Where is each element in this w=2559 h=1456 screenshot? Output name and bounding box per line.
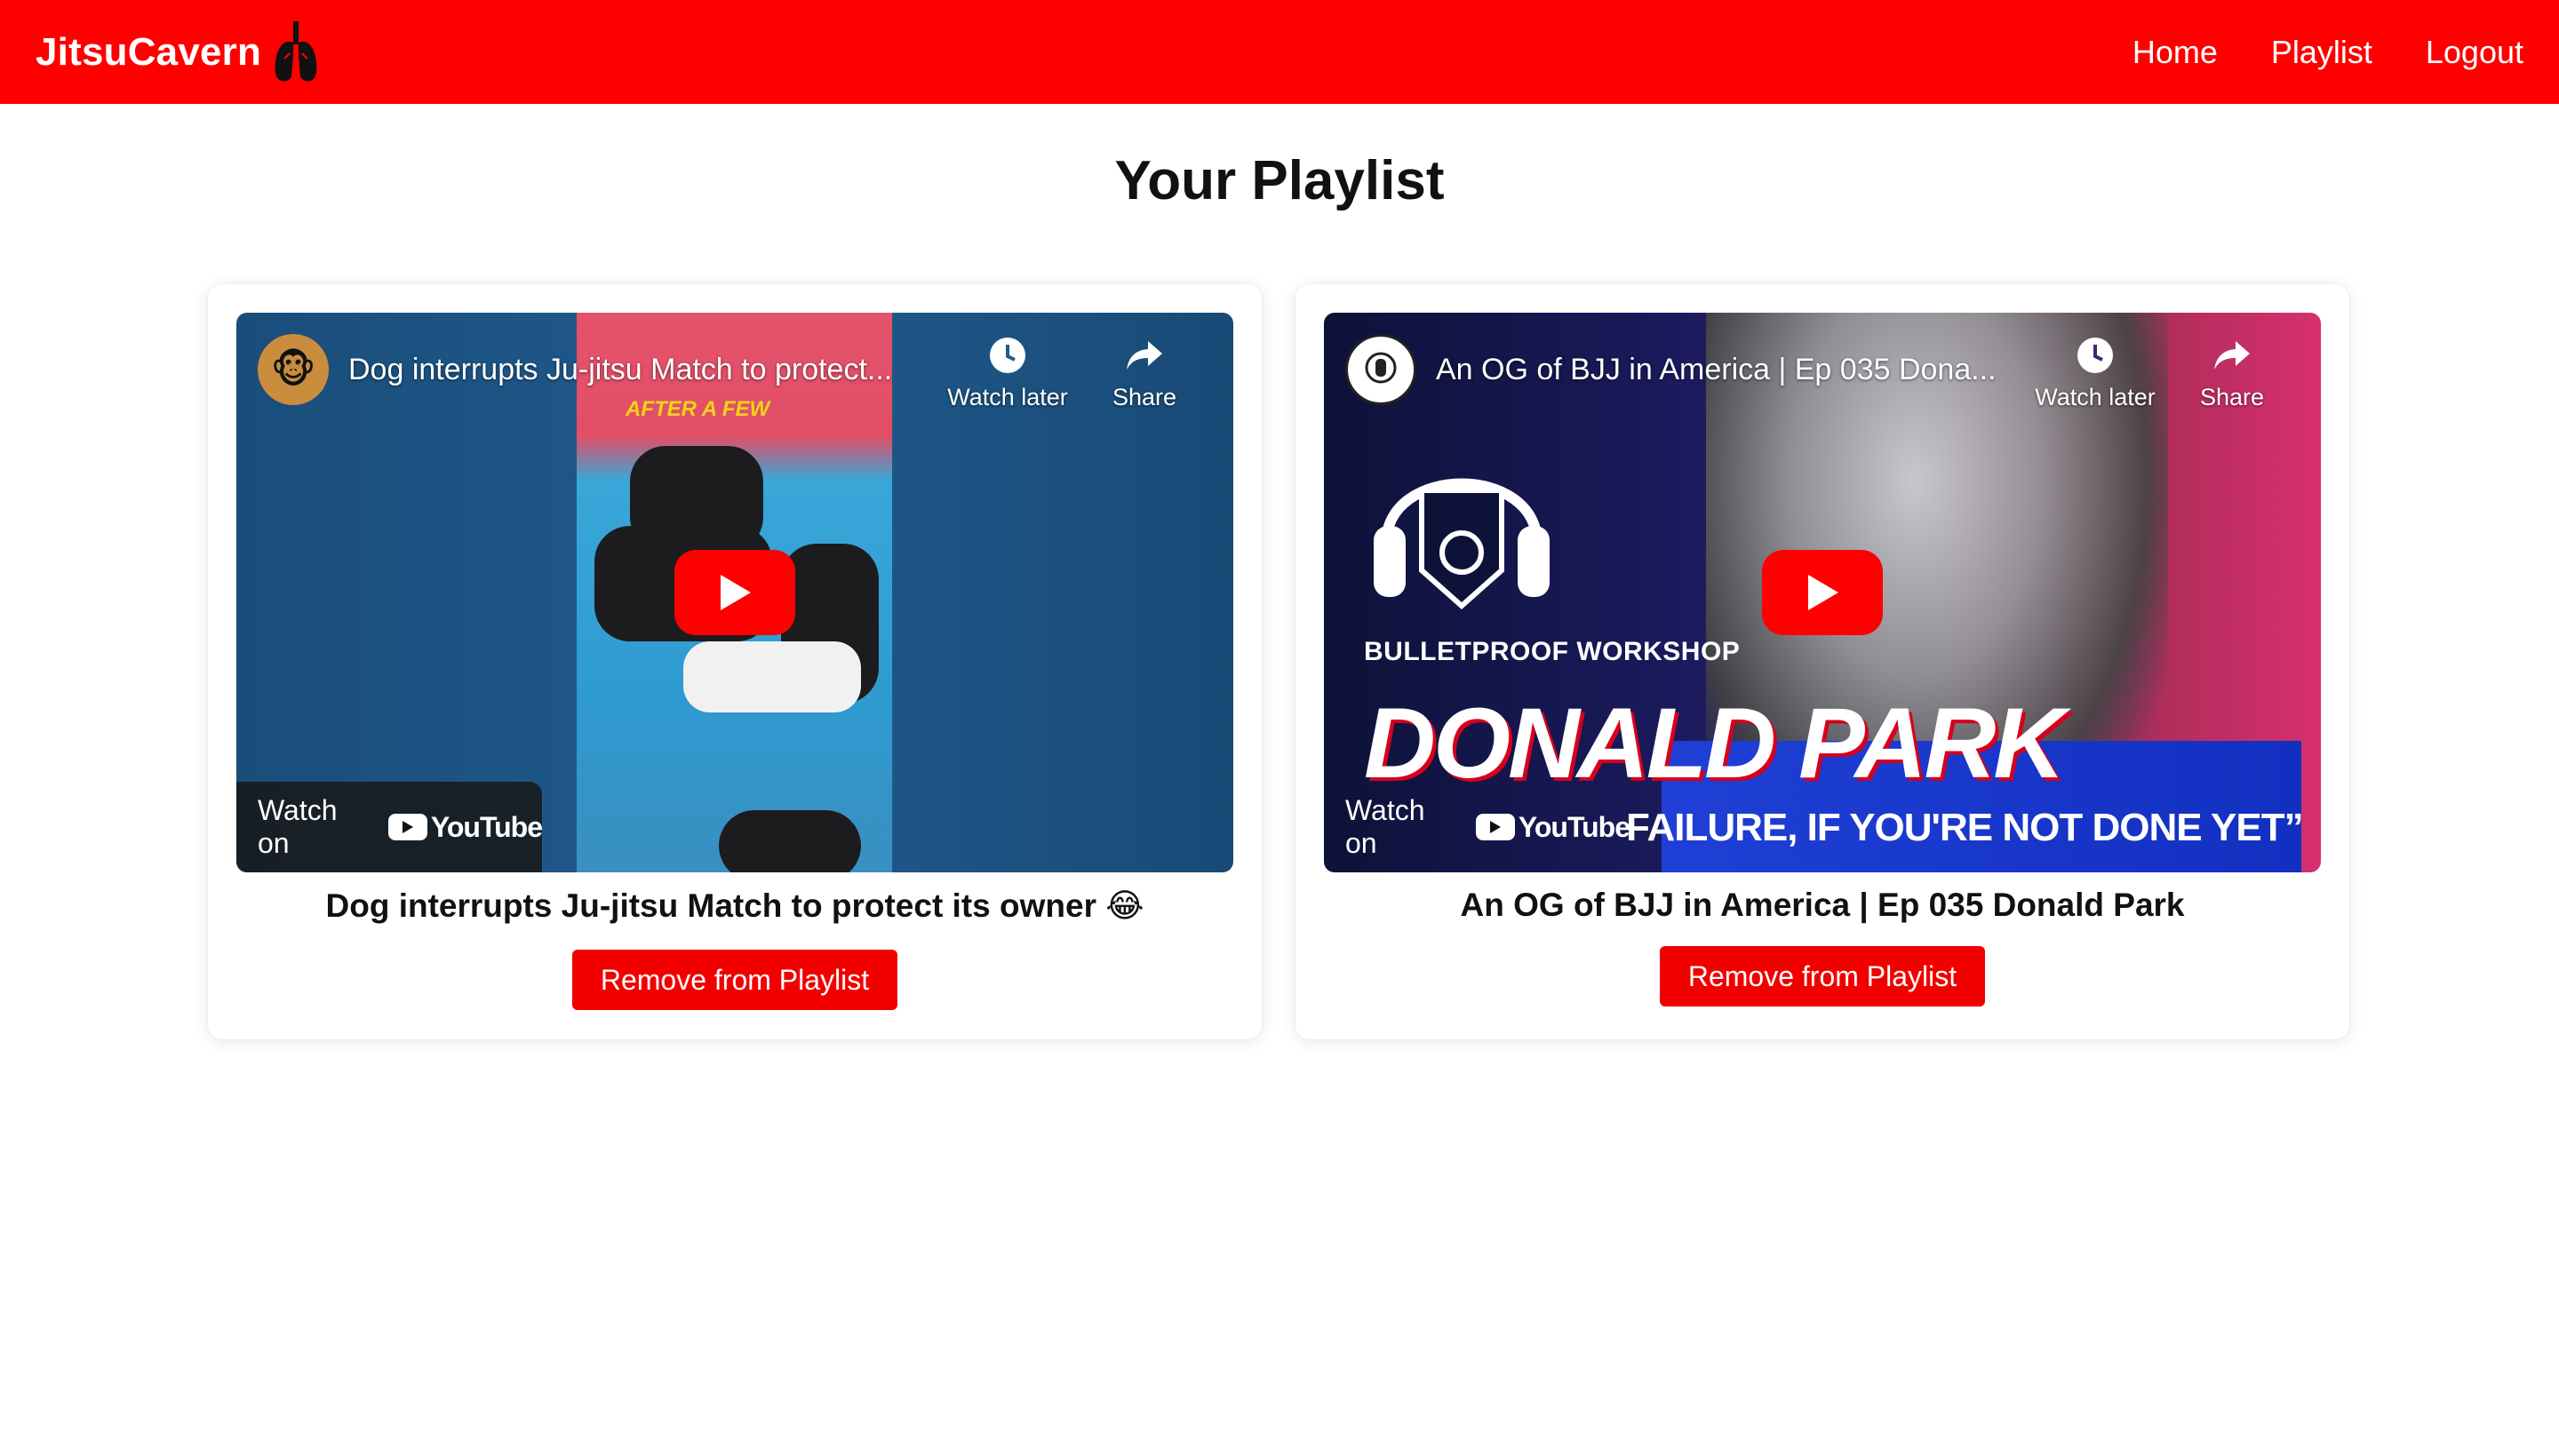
clock-icon bbox=[990, 338, 1025, 373]
thumbnail-workshop-text: BULLETPROOF WORKSHOP bbox=[1364, 637, 1741, 666]
embed-header: 🐵 Dog interrupts Ju-jitsu Match to prote… bbox=[258, 334, 892, 405]
youtube-wordmark: YouTube bbox=[1518, 810, 1630, 843]
video-embed[interactable]: BULLETPROOF WORKSHOP DONALD PARK FAILURE… bbox=[1324, 313, 2321, 872]
play-icon bbox=[721, 575, 751, 610]
playlist-card: BULLETPROOF WORKSHOP DONALD PARK FAILURE… bbox=[1295, 284, 2349, 1039]
remove-from-playlist-button[interactable]: Remove from Playlist bbox=[1660, 946, 1985, 1006]
watch-on-youtube[interactable]: Watch on YouTube bbox=[1324, 782, 1630, 872]
playlist-card: AFTER A FEW 🐵 Dog interrupts Ju-jitsu Ma… bbox=[208, 284, 1262, 1039]
embed-title[interactable]: Dog interrupts Ju-jitsu Match to protect… bbox=[348, 353, 892, 387]
playlist-grid: AFTER A FEW 🐵 Dog interrupts Ju-jitsu Ma… bbox=[208, 284, 2349, 1039]
watch-later-label: Watch later bbox=[2035, 384, 2156, 410]
nav-links: Home Playlist Logout bbox=[2079, 34, 2523, 71]
embed-title[interactable]: An OG of BJJ in America | Ep 035 Dona... bbox=[1436, 353, 1997, 387]
youtube-play-icon bbox=[1475, 814, 1515, 840]
youtube-play-icon bbox=[387, 814, 427, 840]
nav-home-link[interactable]: Home bbox=[2132, 34, 2218, 71]
microphone-icon bbox=[1365, 352, 1397, 384]
video-embed[interactable]: AFTER A FEW 🐵 Dog interrupts Ju-jitsu Ma… bbox=[236, 313, 1233, 872]
watch-later-label: Watch later bbox=[947, 384, 1068, 410]
share-icon bbox=[1127, 341, 1162, 370]
navbar: JitsuCavern Home Playlist Logout bbox=[0, 0, 2559, 104]
page-title: Your Playlist bbox=[1114, 150, 1445, 211]
play-button[interactable] bbox=[1762, 550, 1883, 635]
channel-avatar[interactable]: 🐵 bbox=[258, 334, 329, 405]
embed-header: An OG of BJJ in America | Ep 035 Dona... bbox=[1345, 334, 1997, 405]
play-icon bbox=[1808, 575, 1838, 610]
youtube-wordmark: YouTube bbox=[430, 810, 543, 843]
nav-logout-link[interactable]: Logout bbox=[2426, 34, 2523, 71]
share-icon bbox=[2214, 341, 2250, 370]
video-title: An OG of BJJ in America | Ep 035 Donald … bbox=[1460, 887, 2185, 923]
watch-on-label: Watch on bbox=[1345, 794, 1425, 859]
share-button[interactable]: Share bbox=[2165, 336, 2299, 411]
video-title: Dog interrupts Ju-jitsu Match to protect… bbox=[325, 887, 1144, 924]
share-label: Share bbox=[1112, 384, 1177, 410]
youtube-logo: YouTube bbox=[387, 810, 543, 844]
watch-later-button[interactable]: Watch later bbox=[941, 336, 1074, 411]
lungs-logo-icon bbox=[275, 20, 317, 82]
share-label: Share bbox=[2199, 384, 2265, 410]
youtube-logo: YouTube bbox=[1475, 810, 1630, 844]
watch-later-button[interactable]: Watch later bbox=[2029, 336, 2162, 411]
brand[interactable]: JitsuCavern bbox=[36, 20, 320, 85]
watch-on-label: Watch on bbox=[258, 794, 338, 859]
headphones-icon bbox=[1374, 478, 1550, 610]
watch-on-youtube[interactable]: Watch on YouTube bbox=[236, 782, 543, 872]
clock-icon bbox=[2077, 338, 2113, 373]
thumbnail-quote-text: FAILURE, IF YOU'RE NOT DONE YET” bbox=[1626, 806, 2304, 849]
share-button[interactable]: Share bbox=[1078, 336, 1211, 411]
brand-name[interactable]: JitsuCavern bbox=[36, 30, 261, 75]
nav-playlist-link[interactable]: Playlist bbox=[2271, 34, 2372, 71]
play-button[interactable] bbox=[674, 550, 795, 635]
channel-avatar[interactable] bbox=[1345, 334, 1416, 405]
remove-from-playlist-button[interactable]: Remove from Playlist bbox=[572, 950, 897, 1010]
